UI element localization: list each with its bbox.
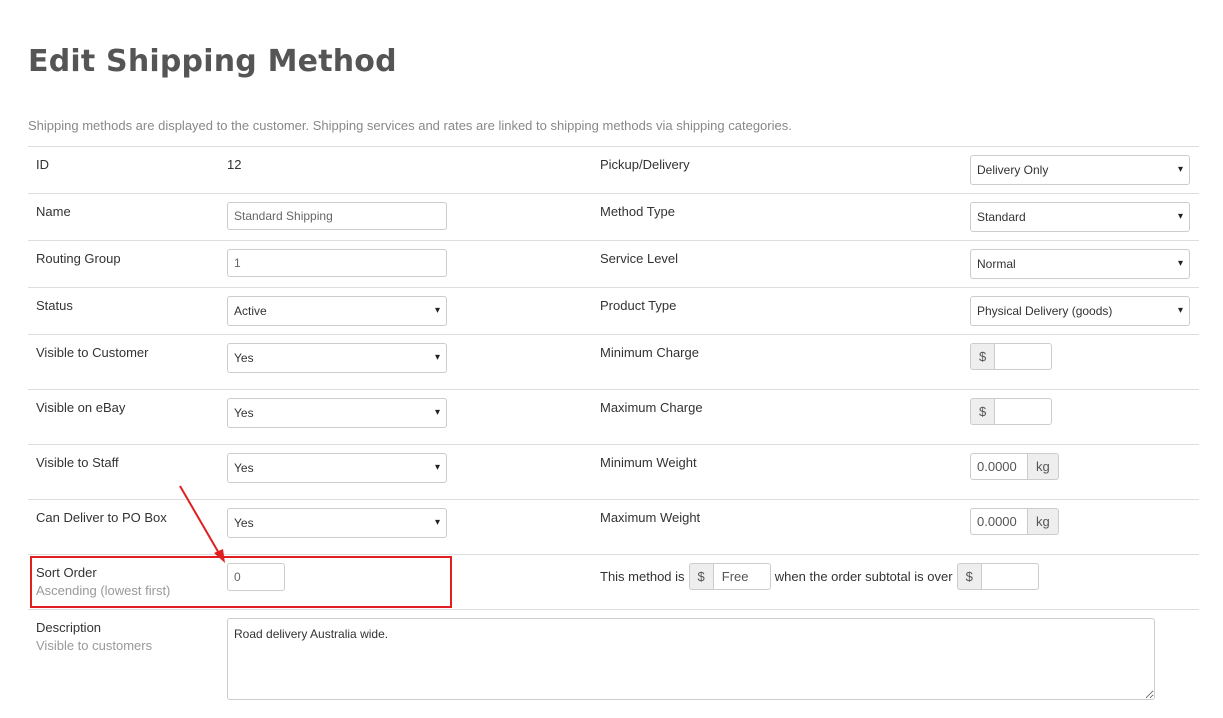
chevron-down-icon: ▾ [434,407,440,418]
chevron-down-icon: ▾ [434,462,440,473]
product-type-label: Product Type [600,298,677,313]
currency-addon: $ [956,563,981,590]
visible-staff-label: Visible to Staff [36,455,119,470]
method-type-select[interactable]: Standard ▾ [970,202,1190,232]
sort-order-input[interactable]: 0 [227,563,285,591]
weight-unit-addon: kg [1028,508,1059,535]
status-label: Status [36,298,73,313]
free-value-group: $ Free [688,563,771,590]
minimum-weight-input[interactable]: 0.0000 [970,453,1028,480]
form-row: Can Deliver to PO Box Yes ▾ Maximum Weig… [28,499,1199,555]
form-row: Routing Group 1 Service Level Normal ▾ [28,240,1199,288]
service-level-value: Normal [977,257,1016,271]
status-value: Active [234,304,267,318]
visible-customer-select[interactable]: Yes ▾ [227,343,447,373]
name-label: Name [36,204,71,219]
subtotal-threshold-group: $ [956,563,1039,590]
free-value-input[interactable]: Free [712,563,771,590]
maximum-weight-input[interactable]: 0.0000 [970,508,1028,535]
method-type-value: Standard [977,210,1026,224]
maximum-weight-label: Maximum Weight [600,510,701,525]
form-row: Sort Order Ascending (lowest first) 0 Th… [28,554,1199,610]
pickup-delivery-label: Pickup/Delivery [600,157,690,172]
chevron-down-icon: ▾ [1177,305,1183,316]
form-row: Visible to Customer Yes ▾ Minimum Charge… [28,334,1199,390]
po-box-label: Can Deliver to PO Box [36,510,167,525]
chevron-down-icon: ▾ [434,305,440,316]
page-title: Edit Shipping Method [28,44,397,79]
status-select[interactable]: Active ▾ [227,296,447,326]
minimum-charge-label: Minimum Charge [600,345,699,360]
id-value: 12 [227,157,242,172]
page-intro: Shipping methods are displayed to the cu… [28,118,792,133]
shipping-method-form: ID 12 Pickup/Delivery Delivery Only ▾ Na… [28,146,1199,708]
pickup-delivery-value: Delivery Only [977,163,1049,177]
description-label: Description [36,620,102,635]
po-box-select[interactable]: Yes ▾ [227,508,447,538]
pickup-delivery-select[interactable]: Delivery Only ▾ [970,155,1190,185]
minimum-weight-group: 0.0000 kg [970,453,1059,480]
weight-unit-addon: kg [1028,453,1059,480]
service-level-label: Service Level [600,251,679,266]
form-row: Visible on eBay Yes ▾ Maximum Charge $ [28,389,1199,445]
subtotal-threshold-input[interactable] [980,563,1039,590]
currency-addon: $ [688,563,713,590]
maximum-charge-input[interactable] [994,398,1053,425]
sort-order-hint: Ascending (lowest first) [36,583,171,598]
free-threshold-middle: when the order subtotal is over [774,569,953,584]
minimum-charge-group: $ [970,343,1053,370]
product-type-value: Physical Delivery (goods) [977,304,1113,318]
chevron-down-icon: ▾ [434,352,440,363]
maximum-charge-group: $ [970,398,1053,425]
maximum-weight-group: 0.0000 kg [970,508,1059,535]
minimum-weight-label: Minimum Weight [600,455,697,470]
visible-ebay-select[interactable]: Yes ▾ [227,398,447,428]
currency-addon: $ [970,343,995,370]
description-textarea[interactable]: Road delivery Australia wide. [227,618,1155,700]
form-row: ID 12 Pickup/Delivery Delivery Only ▾ [28,146,1199,194]
chevron-down-icon: ▾ [1177,258,1183,269]
form-row: Visible to Staff Yes ▾ Minimum Weight 0.… [28,444,1199,500]
product-type-select[interactable]: Physical Delivery (goods) ▾ [970,296,1190,326]
form-row: Description Visible to customers Road de… [28,609,1199,708]
chevron-down-icon: ▾ [1177,164,1183,175]
visible-ebay-label: Visible on eBay [36,400,126,415]
visible-customer-value: Yes [234,351,254,365]
routing-group-input[interactable]: 1 [227,249,447,277]
description-hint: Visible to customers [36,638,153,653]
currency-addon: $ [970,398,995,425]
minimum-charge-input[interactable] [994,343,1053,370]
service-level-select[interactable]: Normal ▾ [970,249,1190,279]
sort-order-label: Sort Order [36,565,97,580]
free-threshold-prefix: This method is [600,569,685,584]
form-row: Name Standard Shipping Method Type Stand… [28,193,1199,241]
visible-ebay-value: Yes [234,406,254,420]
visible-customer-label: Visible to Customer [36,345,149,360]
id-label: ID [36,157,49,172]
method-type-label: Method Type [600,204,675,219]
routing-group-label: Routing Group [36,251,121,266]
name-input[interactable]: Standard Shipping [227,202,447,230]
po-box-value: Yes [234,516,254,530]
chevron-down-icon: ▾ [434,517,440,528]
visible-staff-value: Yes [234,461,254,475]
maximum-charge-label: Maximum Charge [600,400,703,415]
form-row: Status Active ▾ Product Type Physical De… [28,287,1199,335]
chevron-down-icon: ▾ [1177,211,1183,222]
visible-staff-select[interactable]: Yes ▾ [227,453,447,483]
